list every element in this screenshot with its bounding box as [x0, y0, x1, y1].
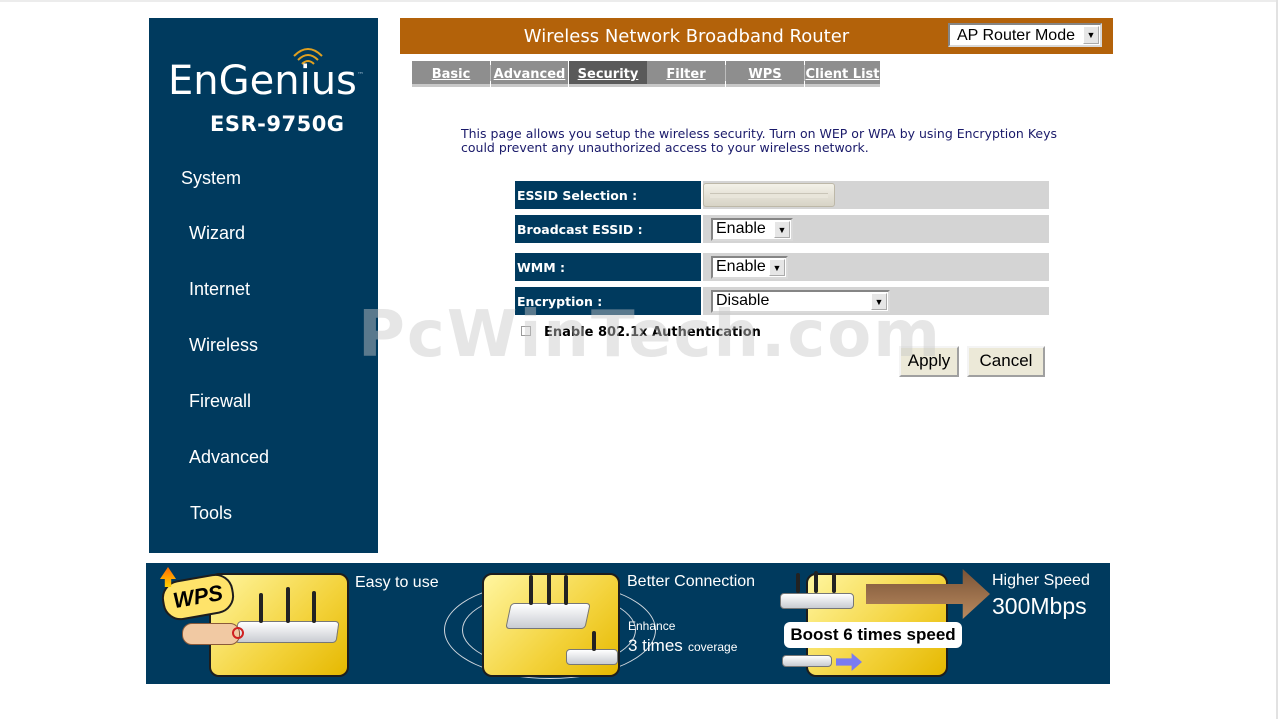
sidebar: EnGenius ™ ESR-9750G System Wizard Inter…	[149, 18, 378, 553]
router-image	[780, 593, 854, 609]
auth-8021x-checkbox[interactable]	[521, 326, 531, 336]
router-image	[234, 621, 340, 643]
antenna	[529, 575, 533, 605]
wmm-label: WMM :	[515, 253, 701, 281]
banner-higher-text: Higher Speed	[992, 572, 1090, 589]
essid-label: ESSID Selection :	[515, 181, 701, 209]
sidebar-item-advanced[interactable]: Advanced	[189, 447, 269, 468]
sidebar-item-wireless[interactable]: Wireless	[189, 335, 258, 356]
sidebar-item-tools[interactable]: Tools	[190, 503, 232, 524]
broadcast-essid-select[interactable]: Enable ▼	[711, 218, 793, 241]
wps-button-highlight	[232, 627, 244, 639]
antenna	[259, 593, 263, 623]
antenna	[796, 573, 800, 593]
banner-enhance-text: Enhance	[628, 619, 676, 633]
encryption-value: Disable	[716, 292, 770, 309]
window-top-border	[0, 0, 1278, 2]
sidebar-item-internet[interactable]: Internet	[189, 279, 250, 300]
antenna	[312, 591, 316, 623]
antenna	[564, 575, 568, 605]
auth-8021x-label: Enable 802.1x Authentication	[544, 325, 761, 340]
chevron-down-icon[interactable]: ▼	[1083, 26, 1099, 44]
tab-wps[interactable]: WPS	[726, 61, 804, 87]
banner-boost-text: Boost 6 times speed	[784, 622, 962, 648]
model-name: ESR-9750G	[210, 112, 345, 136]
tab-basic[interactable]: Basic	[412, 61, 490, 87]
broadcast-essid-label: Broadcast ESSID :	[515, 215, 701, 243]
trademark-mark: ™	[357, 71, 364, 79]
page-description: This page allows you setup the wireless …	[461, 126, 1057, 155]
encryption-select[interactable]: Disable ▼	[711, 290, 890, 313]
sidebar-item-system[interactable]: System	[181, 168, 241, 189]
mode-select-value: AP Router Mode	[957, 27, 1075, 44]
banner-coverage-text: coverage	[688, 640, 738, 654]
antenna	[592, 631, 596, 651]
sidebar-item-wizard[interactable]: Wizard	[189, 223, 245, 244]
promo-banner: WPS Easy to use Better Connection Enhanc…	[146, 563, 1110, 684]
antenna	[832, 573, 836, 593]
broadcast-essid-value: Enable	[716, 220, 766, 237]
tab-security[interactable]: Security	[569, 61, 647, 87]
antenna	[286, 587, 290, 623]
client-device-image	[566, 649, 618, 665]
banner-times-text: 3 times	[628, 636, 683, 655]
page-title: Wireless Network Broadband Router	[523, 26, 850, 47]
chevron-down-icon[interactable]: ▼	[774, 221, 790, 238]
encryption-label: Encryption :	[515, 287, 701, 315]
wmm-select[interactable]: Enable ▼	[711, 256, 788, 279]
chevron-down-icon[interactable]: ▼	[871, 293, 887, 310]
router-image	[505, 603, 591, 629]
header-bar: Wireless Network Broadband Router AP Rou…	[400, 18, 1113, 54]
mode-select[interactable]: AP Router Mode ▼	[948, 23, 1102, 47]
sidebar-item-firewall[interactable]: Firewall	[189, 391, 251, 412]
antenna	[547, 573, 551, 605]
banner-easy-text: Easy to use	[355, 574, 439, 591]
banner-speed-text: 300Mbps	[992, 593, 1087, 619]
tab-advanced[interactable]: Advanced	[491, 61, 568, 87]
antenna	[814, 571, 818, 593]
essid-select[interactable]	[703, 183, 835, 207]
brand-logo: EnGenius	[168, 58, 357, 104]
apply-button[interactable]: Apply	[899, 346, 959, 377]
chevron-down-icon[interactable]: ▼	[769, 259, 785, 276]
wmm-value: Enable	[716, 258, 766, 275]
router-image	[782, 655, 832, 667]
cancel-button[interactable]: Cancel	[967, 346, 1045, 377]
tab-client-list[interactable]: Client List	[805, 61, 880, 87]
banner-better-text: Better Connection	[627, 573, 756, 590]
tab-filter[interactable]: Filter	[647, 61, 725, 87]
